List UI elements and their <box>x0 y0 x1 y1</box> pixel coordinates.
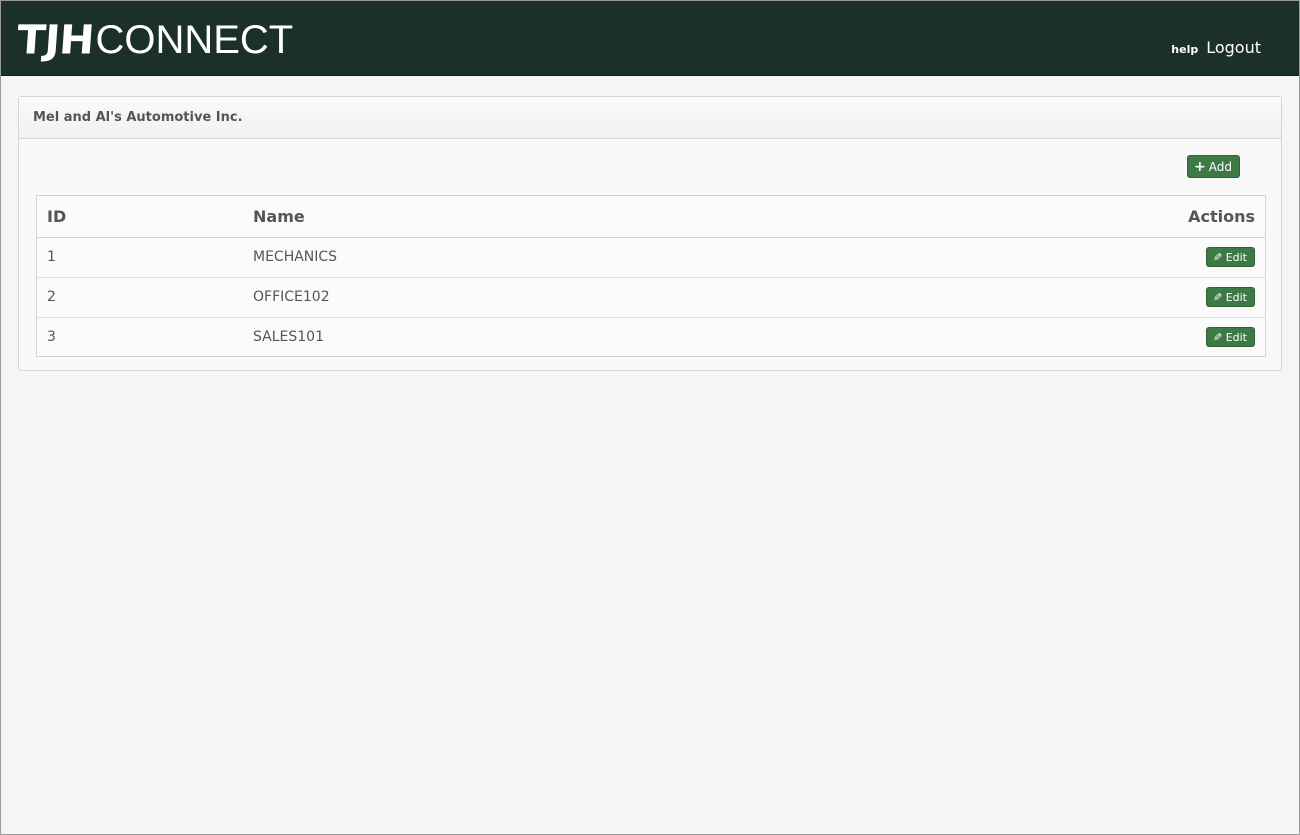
column-header-id: ID <box>37 196 243 238</box>
row-name-cell: OFFICE102 <box>243 276 754 317</box>
brand-logo-strong: TJH <box>15 16 96 63</box>
table-header-row: ID Name Actions <box>37 196 1265 238</box>
pencil-icon: ✎ <box>1213 290 1223 304</box>
brand-logo[interactable]: TJH CONNECT <box>15 16 294 63</box>
company-panel: Mel and Al's Automotive Inc. + Add ID Na… <box>18 96 1282 371</box>
column-header-actions: Actions <box>754 196 1265 238</box>
top-navbar: TJH CONNECT help Logout <box>1 1 1299 76</box>
brand-logo-light: CONNECT <box>95 18 294 62</box>
row-id-cell: 3 <box>37 316 243 357</box>
pencil-icon: ✎ <box>1213 250 1223 264</box>
groups-table-container: ID Name Actions 1 MECHANICS ✎ Edit 2 OFF… <box>36 195 1266 357</box>
row-name-cell: SALES101 <box>243 316 754 357</box>
panel-heading: Mel and Al's Automotive Inc. <box>19 97 1281 139</box>
edit-button[interactable]: ✎ Edit <box>1206 327 1255 348</box>
navbar-links: help Logout <box>1171 38 1261 57</box>
panel-title: Mel and Al's Automotive Inc. <box>33 110 243 125</box>
row-actions-cell: ✎ Edit <box>754 276 1265 317</box>
groups-table: ID Name Actions 1 MECHANICS ✎ Edit 2 OFF… <box>37 196 1265 357</box>
column-header-name: Name <box>243 196 754 238</box>
row-id-cell: 2 <box>37 276 243 317</box>
table-row: 3 SALES101 ✎ Edit <box>37 316 1265 357</box>
edit-button[interactable]: ✎ Edit <box>1206 287 1255 307</box>
row-actions-cell: ✎ Edit <box>754 237 1265 277</box>
table-row: 2 OFFICE102 ✎ Edit <box>37 276 1265 317</box>
row-actions-cell: ✎ Edit <box>754 316 1265 357</box>
add-button[interactable]: + Add <box>1187 155 1240 178</box>
edit-button-label: Edit <box>1225 250 1247 264</box>
plus-icon: + <box>1194 158 1206 175</box>
edit-button[interactable]: ✎ Edit <box>1206 247 1255 267</box>
pencil-icon: ✎ <box>1213 330 1223 344</box>
add-button-label: Add <box>1208 159 1232 174</box>
logout-link[interactable]: Logout <box>1206 38 1261 57</box>
row-name-cell: MECHANICS <box>253 249 338 265</box>
help-link[interactable]: help <box>1171 43 1198 56</box>
table-row: 1 MECHANICS ✎ Edit <box>37 237 1265 277</box>
edit-button-label: Edit <box>1225 330 1247 344</box>
row-id-cell: 1 <box>47 249 56 265</box>
edit-button-label: Edit <box>1225 290 1247 304</box>
